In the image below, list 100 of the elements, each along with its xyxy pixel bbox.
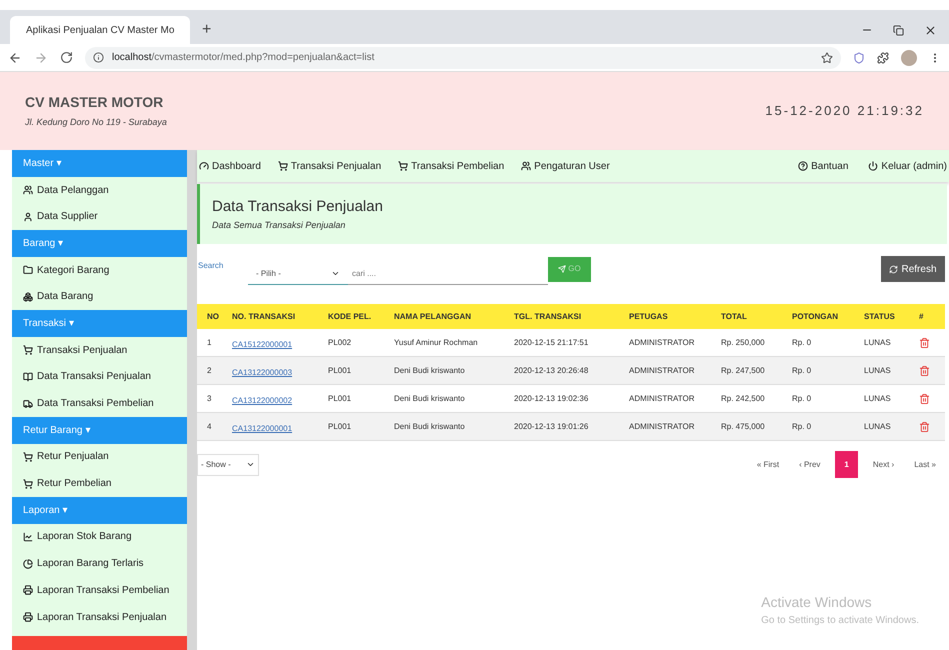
info-icon	[93, 52, 104, 63]
back-icon[interactable]	[8, 50, 22, 64]
sidebar-item[interactable]: Data Pelanggan	[12, 176, 187, 204]
cart-icon	[278, 161, 288, 171]
search-label: Search	[198, 260, 224, 272]
reload-icon[interactable]	[60, 51, 73, 64]
nav-link[interactable]: Transaksi Penjualan	[278, 158, 382, 174]
chevron-down-icon	[246, 460, 255, 469]
table-cell-text: ADMINISTRATOR	[629, 392, 696, 404]
table-cell-text: Rp. 250,000	[721, 336, 766, 348]
restore-icon[interactable]	[893, 24, 904, 36]
refresh-icon	[889, 264, 898, 274]
sidebar-item[interactable]: Laporan Transaksi Pembelian	[12, 577, 187, 604]
delete-icon[interactable]	[919, 392, 930, 404]
table-cell-text: PL001	[328, 364, 352, 376]
nav-link[interactable]: Transaksi Pembelian	[398, 158, 504, 174]
page-link[interactable]: Next ›	[864, 451, 904, 478]
page-title: Data Transaksi Penjualan	[212, 197, 384, 217]
delete-icon[interactable]	[919, 336, 930, 348]
url-field[interactable]: localhost/cvmastermotor/med.php?mod=penjualan&act=list	[85, 46, 841, 68]
url-text: localhost/cvmastermotor/med.php?mod=penjualan&act=list	[112, 51, 374, 65]
table-cell-text: Deni Budi kriswanto	[394, 392, 466, 404]
search-input[interactable]: cari ....	[348, 263, 548, 285]
close-icon[interactable]	[924, 24, 937, 36]
refresh-button[interactable]: Refresh	[881, 256, 945, 282]
page-link[interactable]: « First	[748, 451, 788, 478]
table-cell-text: Yusuf Aminur Rochman	[394, 336, 479, 348]
table-cell-text: Rp. 0	[792, 420, 812, 432]
sidebar-item[interactable]: Laporan Stok Barang	[12, 524, 187, 550]
browser-tab[interactable]: Aplikasi Penjualan CV Master Mo	[10, 16, 190, 44]
sidebar-item[interactable]: Retur Penjualan	[12, 444, 187, 470]
show-select[interactable]: - Show -	[197, 454, 259, 476]
sidebar-item[interactable]: Laporan Barang Terlaris	[12, 550, 187, 577]
date-time: 15-12-2020 21:19:32	[765, 102, 924, 120]
column-header: NO. TRANSAKSI	[232, 310, 296, 322]
nav-link[interactable]: Pengaturan User	[521, 158, 610, 174]
company-address: Jl. Kedung Doro No 119 - Surabaya	[25, 116, 167, 130]
delete-icon[interactable]	[919, 420, 930, 432]
chevron-down-icon	[331, 269, 340, 278]
company-name: CV MASTER MOTOR	[25, 93, 164, 112]
column-header: STATUS	[864, 310, 896, 322]
cubes-icon	[23, 292, 33, 302]
table-cell-text: Rp. 242,500	[721, 392, 766, 404]
table-cell-text: 4	[206, 420, 212, 432]
sidebar-item[interactable]: Data Transaksi Penjualan	[12, 364, 187, 390]
send-icon	[558, 265, 566, 273]
transaction-link[interactable]: CA13122000002	[232, 396, 292, 404]
transaction-link[interactable]: CA13122000003	[232, 368, 292, 376]
extensions-icon[interactable]	[877, 52, 889, 64]
table-cell-text: 2020-12-13 19:02:36	[514, 392, 590, 404]
users-icon	[521, 161, 532, 171]
transaction-link[interactable]: CA13122000001	[232, 424, 292, 432]
table-cell-text: LUNAS	[864, 336, 892, 348]
table-cell-text: Deni Budi kriswanto	[394, 420, 466, 432]
printer-icon	[23, 585, 33, 596]
page-link[interactable]: ‹ Prev	[790, 451, 830, 478]
table-cell-text: LUNAS	[864, 392, 892, 404]
page-link[interactable]: Last »	[905, 451, 945, 478]
table-cell-text: Rp. 247,500	[721, 364, 766, 376]
dashboard-icon	[199, 161, 209, 171]
sidebar-item[interactable]: Transaksi Penjualan	[12, 336, 187, 364]
activation-title: Activate Windows	[761, 593, 872, 612]
cart-icon	[23, 345, 33, 356]
extension-icon[interactable]	[853, 52, 865, 64]
table-cell-text: 3	[206, 392, 212, 404]
sidebar-item[interactable]: Retur Pembelian	[12, 470, 187, 497]
sidebar-item[interactable]: Data Supplier	[12, 203, 187, 230]
table-cell-text: PL002	[328, 336, 352, 348]
delete-icon[interactable]	[919, 364, 930, 376]
table-cell-text: 2	[206, 364, 212, 376]
new-tab-button[interactable]: +	[190, 16, 224, 44]
sidebar-item[interactable]: Data Transaksi Pembelian	[12, 390, 187, 417]
table-cell-text: LUNAS	[864, 364, 892, 376]
table-cell-text: ADMINISTRATOR	[629, 364, 696, 376]
pie-chart-icon	[23, 558, 33, 569]
cart-icon	[23, 452, 33, 462]
table-cell-text: 2020-12-13 19:01:26	[514, 420, 590, 432]
column-header: #	[919, 310, 924, 322]
table-cell-text: 2020-12-13 20:26:48	[514, 364, 590, 376]
bookmark-star-icon[interactable]	[821, 52, 833, 64]
table-cell-text: 1	[206, 336, 212, 348]
transaction-link[interactable]: CA15122000001	[232, 340, 292, 348]
nav-link[interactable]: Bantuan	[798, 158, 848, 174]
nav-link[interactable]: Keluar (admin)	[868, 158, 947, 174]
sidebar-item[interactable]: Kategori Barang	[12, 256, 187, 284]
help-icon	[798, 161, 808, 171]
nav-link[interactable]: Dashboard	[199, 158, 261, 174]
table-cell-text: ADMINISTRATOR	[629, 336, 696, 348]
table-cell-text: PL001	[328, 420, 352, 432]
page-link[interactable]: 1	[835, 451, 858, 478]
sidebar-item[interactable]: Laporan Transaksi Penjualan	[12, 604, 187, 630]
printer-icon	[23, 612, 33, 622]
table-cell-text: Rp. 0	[792, 392, 812, 404]
cart-icon	[23, 478, 33, 489]
column-header: NAMA PELANGGAN	[394, 310, 472, 322]
column-header: NO	[206, 310, 220, 322]
column-header: PETUGAS	[629, 310, 669, 322]
table-cell-text: ADMINISTRATOR	[629, 420, 696, 432]
sidebar-item[interactable]: Data Barang	[12, 283, 187, 310]
filter-select[interactable]: - Pilih -	[248, 263, 348, 285]
